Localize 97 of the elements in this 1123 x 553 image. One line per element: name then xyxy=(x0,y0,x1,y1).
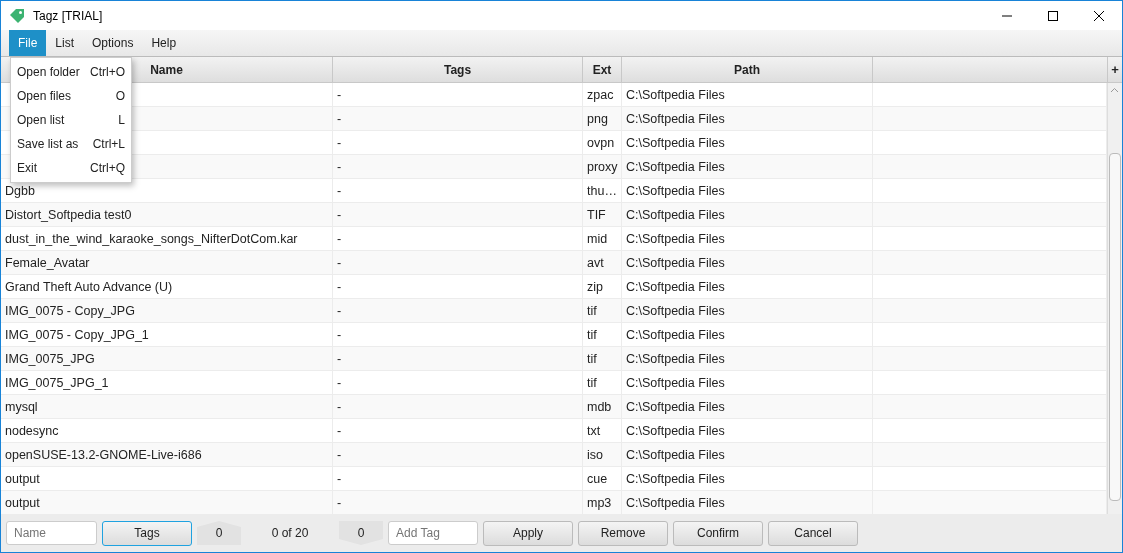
scrollbar[interactable] xyxy=(1107,83,1122,514)
table-cell: - xyxy=(333,227,583,250)
tag-icon xyxy=(9,7,25,24)
table-cell: proxy xyxy=(583,155,622,178)
position-label: 0 of 20 xyxy=(270,526,310,540)
table-cell: nodesync xyxy=(1,419,333,442)
table-cell: - xyxy=(333,491,583,514)
table-cell: IMG_0075 - Copy_JPG xyxy=(1,299,333,322)
tags-button[interactable]: Tags xyxy=(102,520,192,546)
table-cell: - xyxy=(333,347,583,370)
table-cell: C:\Softpedia Files xyxy=(622,107,873,130)
table-cell: tif xyxy=(583,371,622,394)
table-cell: C:\Softpedia Files xyxy=(622,443,873,466)
table-cell: mdb xyxy=(583,395,622,418)
action-button[interactable]: Remove xyxy=(578,520,668,546)
table-cell: - xyxy=(333,467,583,490)
table-cell: thu… xyxy=(583,179,622,202)
table-cell: - xyxy=(333,179,583,202)
table-cell: C:\Softpedia Files xyxy=(622,395,873,418)
menu-item[interactable]: File xyxy=(9,30,47,56)
table-cell: C:\Softpedia Files xyxy=(622,275,873,298)
table-cell: IMG_0075 - Copy_JPG_1 xyxy=(1,323,333,346)
table-cell: avt xyxy=(583,251,622,274)
menu-option[interactable]: Open folder Ctrl+O xyxy=(11,60,131,84)
table-cell: tif xyxy=(583,299,622,322)
table-cell: txt xyxy=(583,419,622,442)
action-button[interactable]: Apply xyxy=(483,520,573,546)
table-cell: - xyxy=(333,395,583,418)
table-cell: output xyxy=(1,467,333,490)
add-tag-field[interactable]: Add Tag xyxy=(388,521,478,545)
column-header[interactable]: Ext xyxy=(583,57,622,82)
menu-option[interactable]: Save list as Ctrl+L xyxy=(11,132,131,156)
table-cell: C:\Softpedia Files xyxy=(622,83,873,106)
table-cell: - xyxy=(333,83,583,106)
menu-option[interactable]: Open files O xyxy=(11,84,131,108)
table-cell: C:\Softpedia Files xyxy=(622,155,873,178)
table-cell: - xyxy=(333,323,583,346)
table-cell: C:\Softpedia Files xyxy=(622,323,873,346)
table-cell: mysql xyxy=(1,395,333,418)
table-cell: C:\Softpedia Files xyxy=(622,251,873,274)
table-cell: - xyxy=(333,299,583,322)
table-cell: - xyxy=(333,275,583,298)
table-cell: zpac xyxy=(583,83,622,106)
table-cell: IMG_0075_JPG_1 xyxy=(1,371,333,394)
table-cell: output xyxy=(1,491,333,514)
table-cell: cue xyxy=(583,467,622,490)
action-button[interactable]: Confirm xyxy=(673,520,763,546)
table-cell: openSUSE-13.2-GNOME-Live-i686 xyxy=(1,443,333,466)
table-cell: C:\Softpedia Files xyxy=(622,179,873,202)
column-header[interactable]: Path xyxy=(622,57,873,82)
menu-item[interactable]: Help xyxy=(142,30,186,56)
table-cell: C:\Softpedia Files xyxy=(622,467,873,490)
table-cell: - xyxy=(333,203,583,226)
table-cell: - xyxy=(333,107,583,130)
table-cell: Distort_Softpedia test0 xyxy=(1,203,333,226)
maximize-icon[interactable] xyxy=(1047,9,1059,22)
table-cell: zip xyxy=(583,275,622,298)
table-cell: Female_Avatar xyxy=(1,251,333,274)
table-cell: tif xyxy=(583,347,622,370)
table-cell: - xyxy=(333,155,583,178)
name-field[interactable]: Name xyxy=(6,521,97,545)
table-cell: C:\Softpedia Files xyxy=(622,227,873,250)
table-cell: C:\Softpedia Files xyxy=(622,131,873,154)
scroll-up-icon[interactable] xyxy=(1110,87,1119,93)
table-cell: mp3 xyxy=(583,491,622,514)
close-icon[interactable] xyxy=(1093,9,1105,22)
menu-option[interactable]: Exit Ctrl+Q xyxy=(11,156,131,180)
table-cell: - xyxy=(333,419,583,442)
menu-item[interactable]: List xyxy=(46,30,84,56)
table-cell: C:\Softpedia Files xyxy=(622,203,873,226)
table-cell: C:\Softpedia Files xyxy=(622,371,873,394)
scroll-thumb[interactable] xyxy=(1109,153,1121,501)
table-cell: C:\Softpedia Files xyxy=(622,299,873,322)
table-cell: IMG_0075_JPG xyxy=(1,347,333,370)
action-button[interactable]: Cancel xyxy=(768,520,858,546)
count-badge: 0 xyxy=(339,521,383,545)
table-cell: dust_in_the_wind_karaoke_songs_NifterDotCom.kar xyxy=(1,227,333,250)
table-cell: - xyxy=(333,371,583,394)
table-cell: Grand Theft Auto Advance (U) xyxy=(1,275,333,298)
menu-option[interactable]: Open list L xyxy=(11,108,131,132)
count-badge: 0 xyxy=(197,521,241,545)
table-cell: mid xyxy=(583,227,622,250)
table-cell: - xyxy=(333,131,583,154)
window-title: Tagz [TRIAL] xyxy=(33,8,103,23)
add-column-button[interactable]: + xyxy=(1108,57,1122,82)
table-cell: C:\Softpedia Files xyxy=(622,347,873,370)
table-cell: png xyxy=(583,107,622,130)
table-cell: - xyxy=(333,443,583,466)
menu-item[interactable]: Options xyxy=(83,30,143,56)
table-cell: TIF xyxy=(583,203,622,226)
table-cell: C:\Softpedia Files xyxy=(622,419,873,442)
table-cell: tif xyxy=(583,323,622,346)
table-cell: C:\Softpedia Files xyxy=(622,491,873,514)
table-cell: iso xyxy=(583,443,622,466)
table-cell: ovpn xyxy=(583,131,622,154)
table-cell: - xyxy=(333,251,583,274)
column-header[interactable]: Tags xyxy=(333,57,583,82)
